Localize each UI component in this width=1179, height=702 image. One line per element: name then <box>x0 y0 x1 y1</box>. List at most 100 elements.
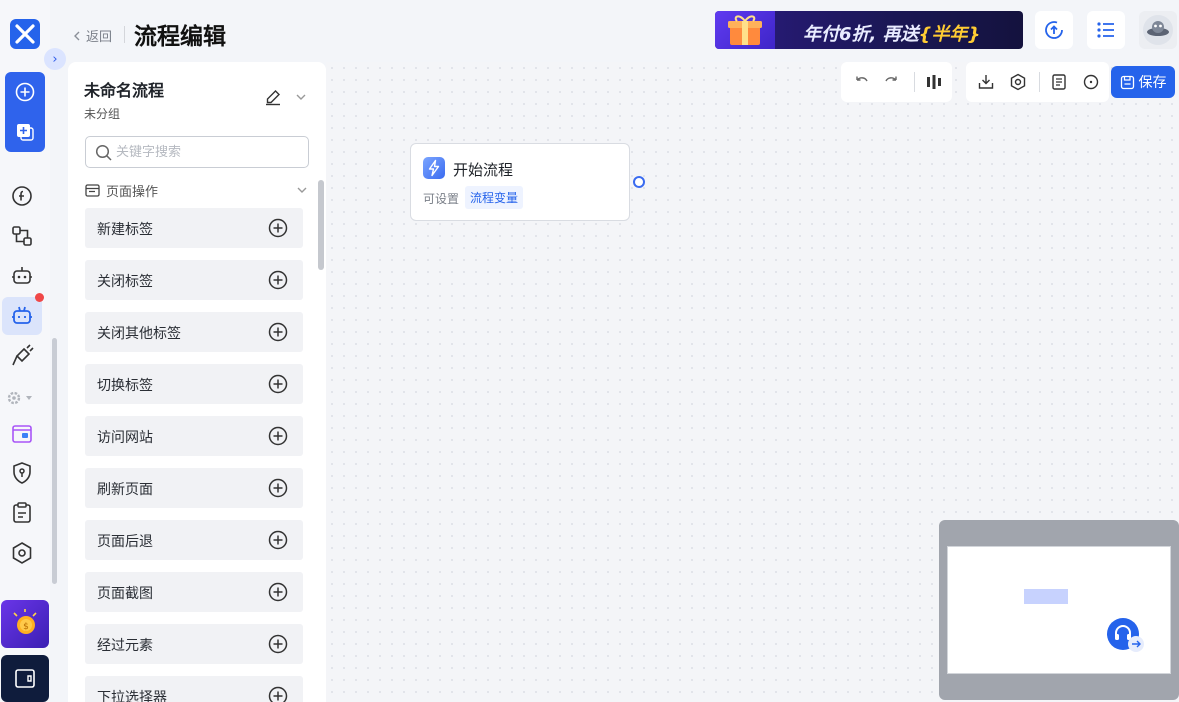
connector-icon[interactable] <box>10 224 34 248</box>
action-item[interactable]: 刷新页面 <box>85 468 303 508</box>
logo-icon <box>15 24 35 44</box>
add-circle-icon[interactable] <box>268 530 288 550</box>
add-circle-icon[interactable] <box>268 582 288 602</box>
svg-text:$: $ <box>23 622 29 632</box>
page-title: 流程编辑 <box>134 24 226 50</box>
node-output-port[interactable] <box>633 176 645 188</box>
chevron-right-icon: › <box>52 51 58 67</box>
help-icon[interactable] <box>1081 72 1101 92</box>
action-item[interactable]: 经过元素 <box>85 624 303 664</box>
toolbar-divider <box>1039 72 1040 92</box>
action-label: 刷新页面 <box>97 482 153 498</box>
align-icon[interactable] <box>924 72 944 92</box>
sync-icon <box>1045 21 1063 39</box>
section-page-actions[interactable]: 页面操作 <box>85 180 309 200</box>
action-toolbar <box>966 62 1109 102</box>
redo-icon[interactable] <box>882 72 902 92</box>
section-label: 页面操作 <box>106 184 159 200</box>
promo-banner[interactable]: 年付6折, 再送{半年} <box>715 11 1023 49</box>
promo-text: 年付6折, 再送{半年} <box>803 20 980 46</box>
node-subtitle: 可设置 <box>423 192 460 206</box>
add-circle-icon[interactable] <box>268 426 288 446</box>
wallet-button[interactable] <box>1 655 49 702</box>
minimap-viewport[interactable] <box>947 546 1171 674</box>
start-flow-node[interactable]: 开始流程 可设置 流程变量 <box>410 143 630 221</box>
edit-icon[interactable] <box>264 88 282 106</box>
clipboard-icon[interactable] <box>10 501 34 525</box>
hexagon-icon[interactable] <box>10 541 34 565</box>
action-item[interactable]: 切换标签 <box>85 364 303 404</box>
action-item[interactable]: 下拉选择器 <box>85 676 303 702</box>
action-item[interactable]: 关闭其他标签 <box>85 312 303 352</box>
settings-menu-icon[interactable] <box>6 390 38 406</box>
add-flow-icon[interactable] <box>15 122 35 142</box>
support-arrow[interactable] <box>1128 636 1144 652</box>
back-label: 返回 <box>86 30 113 45</box>
back-button[interactable]: 返回 <box>72 26 112 45</box>
notification-dot <box>35 293 44 302</box>
undo-icon[interactable] <box>851 72 871 92</box>
expand-rail-button[interactable]: › <box>44 48 66 70</box>
avatar-icon <box>1143 15 1173 45</box>
left-rail: $ <box>0 0 50 702</box>
add-circle-icon[interactable] <box>268 322 288 342</box>
chevron-down-icon[interactable] <box>294 90 308 104</box>
robot-icon[interactable] <box>10 264 34 288</box>
browser-icon <box>85 183 100 197</box>
chevron-down-icon <box>297 187 307 193</box>
add-circle-icon[interactable] <box>268 270 288 290</box>
task-list-button[interactable] <box>1087 11 1125 49</box>
action-item[interactable]: 访问网站 <box>85 416 303 456</box>
gift-icon <box>715 11 775 49</box>
flow-variables-link[interactable]: 流程变量 <box>465 186 524 209</box>
history-toolbar <box>841 62 952 102</box>
settings-icon[interactable] <box>1008 72 1028 92</box>
save-button[interactable]: 保存 <box>1111 66 1175 98</box>
promo-brace-left: { <box>918 24 932 45</box>
avatar[interactable] <box>1139 11 1177 49</box>
header-divider <box>124 26 125 43</box>
log-icon[interactable] <box>1049 72 1069 92</box>
add-circle-icon[interactable] <box>15 82 35 102</box>
action-label: 页面后退 <box>97 534 153 550</box>
toolbar-divider <box>914 72 915 92</box>
script-icon[interactable] <box>10 184 34 208</box>
plugin-icon[interactable] <box>10 344 34 368</box>
arrow-right-icon <box>1132 640 1141 648</box>
save-label: 保存 <box>1138 75 1167 91</box>
app-logo[interactable] <box>10 19 40 49</box>
import-icon[interactable] <box>976 72 996 92</box>
action-label: 下拉选择器 <box>97 690 167 702</box>
add-circle-icon[interactable] <box>268 478 288 498</box>
action-item[interactable]: 关闭标签 <box>85 260 303 300</box>
minimap[interactable] <box>939 520 1179 700</box>
action-item[interactable]: 页面后退 <box>85 520 303 560</box>
rail-scrollbar[interactable] <box>52 338 57 584</box>
add-circle-icon[interactable] <box>268 374 288 394</box>
browser-window-icon[interactable] <box>10 422 34 446</box>
search-field <box>85 136 309 168</box>
action-label: 访问网站 <box>97 430 153 446</box>
action-label: 关闭标签 <box>97 274 153 290</box>
search-input[interactable] <box>116 142 302 162</box>
add-circle-icon[interactable] <box>268 686 288 702</box>
flow-group: 未分组 <box>84 107 121 121</box>
list-icon <box>1097 22 1114 38</box>
chevron-left-icon <box>74 31 80 40</box>
minimap-node <box>1024 589 1068 604</box>
quick-actions <box>5 72 45 152</box>
component-panel: 未命名流程 未分组 页面操作 新建标签关闭标签关闭其他标签切换标签访问网站刷新页… <box>68 62 326 702</box>
shield-icon[interactable] <box>10 461 34 485</box>
coin-icon: $ <box>13 609 37 634</box>
add-circle-icon[interactable] <box>268 634 288 654</box>
panel-scrollbar[interactable] <box>318 180 324 270</box>
action-item[interactable]: 新建标签 <box>85 208 303 248</box>
action-label: 新建标签 <box>97 222 153 238</box>
action-label: 切换标签 <box>97 378 153 394</box>
promo-coin-button[interactable]: $ <box>1 600 49 648</box>
bot-active-icon[interactable] <box>10 304 34 328</box>
sync-button[interactable] <box>1035 11 1073 49</box>
action-label: 经过元素 <box>97 638 153 654</box>
add-circle-icon[interactable] <box>268 218 288 238</box>
action-item[interactable]: 页面截图 <box>85 572 303 612</box>
